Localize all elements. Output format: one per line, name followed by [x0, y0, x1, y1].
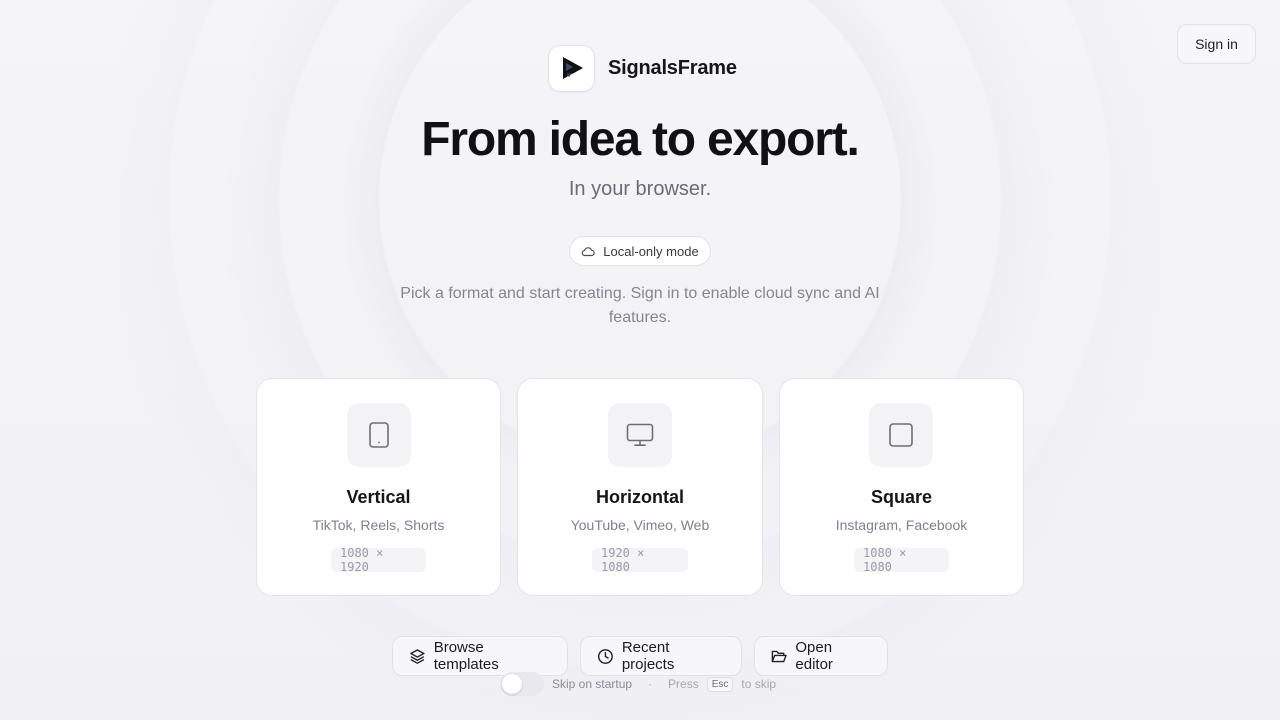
format-dimensions: 1920 × 1080: [592, 546, 688, 574]
format-card-vertical[interactable]: Vertical TikTok, Reels, Shorts 1080 × 19…: [256, 378, 501, 596]
skip-on-startup-label: Skip on startup: [552, 677, 633, 691]
app-logo: [548, 44, 595, 92]
recent-projects-button[interactable]: Recent projects: [580, 636, 742, 676]
background-rings: [0, 0, 1280, 720]
format-dimensions: 1080 × 1080: [854, 546, 949, 574]
recent-projects-label: Recent projects: [621, 639, 675, 673]
format-platforms: TikTok, Reels, Shorts: [312, 517, 445, 533]
tablet-icon: [369, 422, 389, 448]
press-label: Press: [668, 677, 699, 691]
local-mode-badge: Local-only mode: [569, 236, 711, 266]
sign-in-button[interactable]: Sign in: [1177, 24, 1256, 64]
format-platforms: YouTube, Vimeo, Web: [570, 517, 710, 533]
format-icon-box: [608, 403, 672, 467]
format-card-horizontal[interactable]: Horizontal YouTube, Vimeo, Web 1920 × 10…: [517, 378, 763, 596]
format-platforms: Instagram, Facebook: [835, 517, 968, 533]
monitor-icon: [626, 423, 654, 447]
hero-subtitle: In your browser.: [568, 178, 712, 200]
browse-templates-label: Browse templates: [433, 639, 499, 673]
format-dimensions: 1080 × 1920: [331, 546, 426, 574]
play-logo-icon: [562, 57, 583, 79]
intro-description: Pick a format and start creating. Sign i…: [400, 285, 880, 326]
separator-dot: ·: [648, 677, 653, 691]
clock-icon: [597, 648, 613, 664]
browse-templates-button[interactable]: Browse templates: [392, 636, 568, 676]
local-mode-label: Local-only mode: [603, 243, 699, 259]
format-icon-box: [347, 403, 411, 467]
skip-on-startup-toggle[interactable]: [500, 672, 544, 696]
toggle-knob: [502, 674, 522, 694]
open-editor-label: Open editor: [795, 639, 833, 673]
open-editor-button[interactable]: Open editor: [754, 636, 888, 676]
cloud-icon: [582, 247, 595, 257]
format-icon-box: [869, 403, 933, 467]
brand-name: SignalsFrame: [608, 56, 737, 79]
to-skip-label: to skip: [741, 677, 777, 691]
esc-key-hint: Esc: [706, 676, 734, 692]
format-card-square[interactable]: Square Instagram, Facebook 1080 × 1080: [779, 378, 1024, 596]
folder-open-icon: [771, 650, 787, 662]
square-icon: [889, 423, 913, 447]
format-title: Horizontal: [596, 487, 684, 507]
layers-icon: [410, 648, 425, 664]
brand: SignalsFrame: [548, 44, 737, 92]
startup-footer: Skip on startup · Press Esc to skip: [500, 672, 776, 696]
format-title: Vertical: [346, 487, 411, 507]
hero-title: From idea to export.: [421, 113, 860, 166]
format-title: Square: [870, 487, 933, 507]
